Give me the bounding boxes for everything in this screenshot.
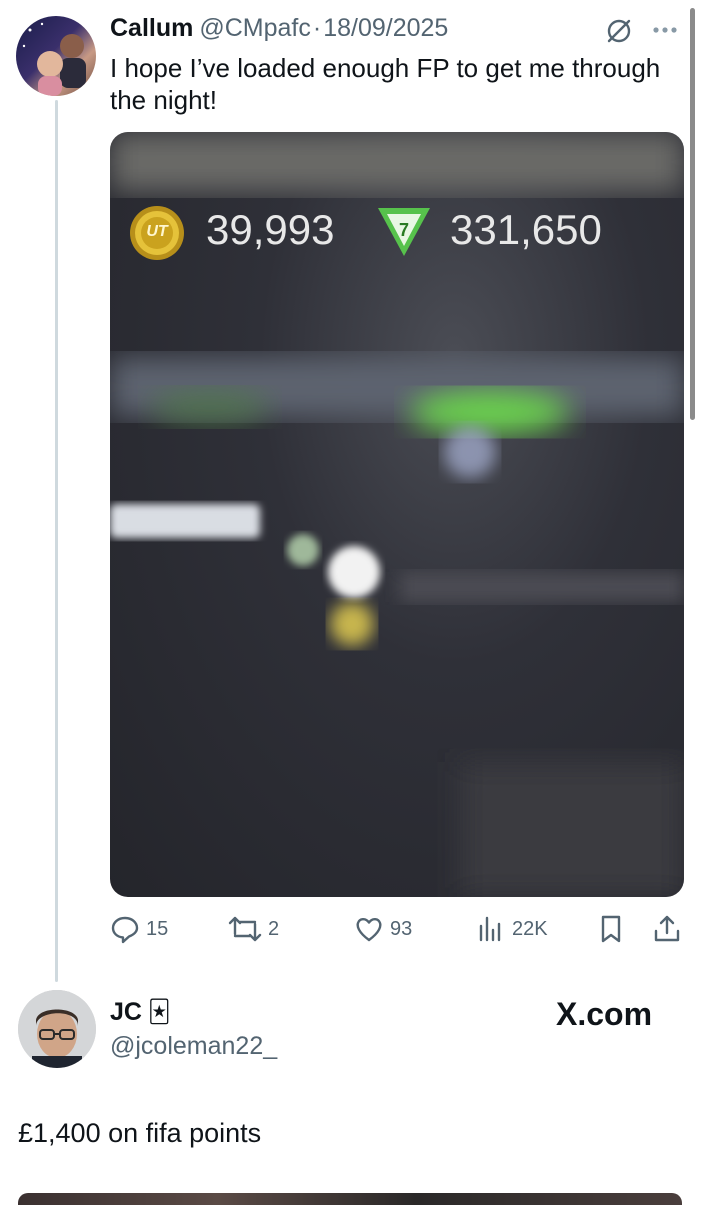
reply-author-name[interactable]: JC (110, 998, 142, 1027)
thread-line (55, 100, 58, 982)
reply-icon (110, 914, 140, 944)
reply-author-avatar[interactable] (18, 990, 96, 1068)
author-handle[interactable]: @CMpafc (199, 14, 311, 43)
coin-icon: UT (128, 204, 186, 262)
joker-card-emoji: 🃏 (147, 1000, 171, 1025)
repost-action[interactable]: 2 (228, 914, 279, 944)
like-action[interactable]: 93 (354, 914, 412, 944)
coins-value: 39,993 (206, 206, 335, 253)
reply-text: £1,400 on fifa points (18, 1118, 262, 1148)
author-name[interactable]: Callum (110, 14, 193, 43)
views-count: 22K (512, 917, 548, 940)
scrollbar[interactable] (690, 8, 695, 420)
reply-author-row: JC 🃏 (110, 998, 170, 1027)
tweet-text: I hope I’ve loaded enough FP to get me t… (110, 53, 661, 115)
points-value: 331,650 (450, 206, 602, 253)
views-icon (476, 914, 506, 944)
like-count: 93 (390, 917, 413, 940)
repost-icon (228, 914, 262, 944)
repost-count: 2 (268, 917, 280, 940)
dot-separator: · (312, 14, 322, 42)
tweet-media[interactable]: UT 39,993 7 331,650 (110, 132, 684, 897)
fifa-points-icon: 7 (372, 202, 436, 262)
reply-author-handle[interactable]: @jcoleman22_ (110, 1032, 277, 1061)
next-media-edge (18, 1193, 682, 1205)
author-avatar[interactable] (16, 16, 96, 96)
tweet-date[interactable]: 18/09/2025 (323, 14, 448, 43)
bookmark-icon[interactable] (596, 914, 626, 944)
views-action[interactable]: 22K (476, 914, 548, 944)
heart-icon (354, 914, 384, 944)
tweet-header: Callum @CMpafc · 18/09/2025 (110, 14, 610, 46)
share-icon[interactable] (652, 914, 682, 944)
coin-badge-label: UT (146, 223, 168, 240)
grok-icon[interactable] (604, 16, 634, 46)
svg-text:7: 7 (399, 220, 409, 240)
reply-count: 15 (146, 917, 169, 940)
reply-action[interactable]: 15 (110, 914, 168, 944)
xcom-watermark: X.com (556, 996, 653, 1032)
more-options-icon[interactable] (650, 20, 680, 40)
